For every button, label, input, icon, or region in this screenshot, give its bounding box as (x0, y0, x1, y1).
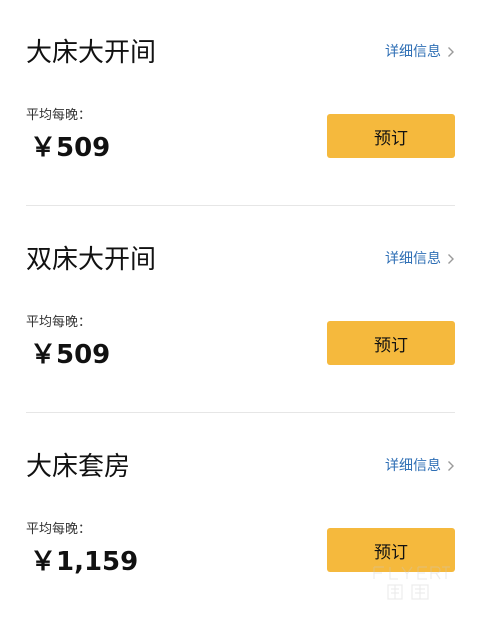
details-label: 详细信息 (385, 251, 441, 267)
details-link[interactable]: 详细信息 (385, 456, 455, 476)
room-card: 大床大开间 详细信息 平均每晚： ￥509 预订 (26, 0, 455, 206)
divider (26, 205, 455, 206)
room-name: 双床大开间 (26, 245, 157, 275)
room-name: 大床套房 (26, 452, 131, 482)
divider (26, 412, 455, 413)
chevron-right-icon (448, 254, 454, 264)
price-label: 平均每晚： (26, 315, 92, 330)
book-button[interactable]: 预订 (327, 114, 455, 158)
price-value: ￥1,159 (30, 547, 139, 577)
price-label: 平均每晚： (26, 108, 92, 123)
chevron-right-icon (448, 461, 454, 471)
details-link[interactable]: 详细信息 (385, 249, 455, 269)
room-name: 大床大开间 (26, 38, 157, 68)
price-label: 平均每晚： (26, 522, 92, 537)
book-button[interactable]: 预订 (327, 321, 455, 365)
price-value: ￥509 (30, 340, 111, 370)
details-link[interactable]: 详细信息 (385, 42, 455, 62)
flyert-watermark (373, 566, 450, 600)
chevron-right-icon (448, 47, 454, 57)
price-value: ￥509 (30, 133, 111, 163)
room-card: 双床大开间 详细信息 平均每晚： ￥509 预订 (26, 207, 455, 413)
details-label: 详细信息 (385, 458, 441, 474)
details-label: 详细信息 (385, 44, 441, 60)
